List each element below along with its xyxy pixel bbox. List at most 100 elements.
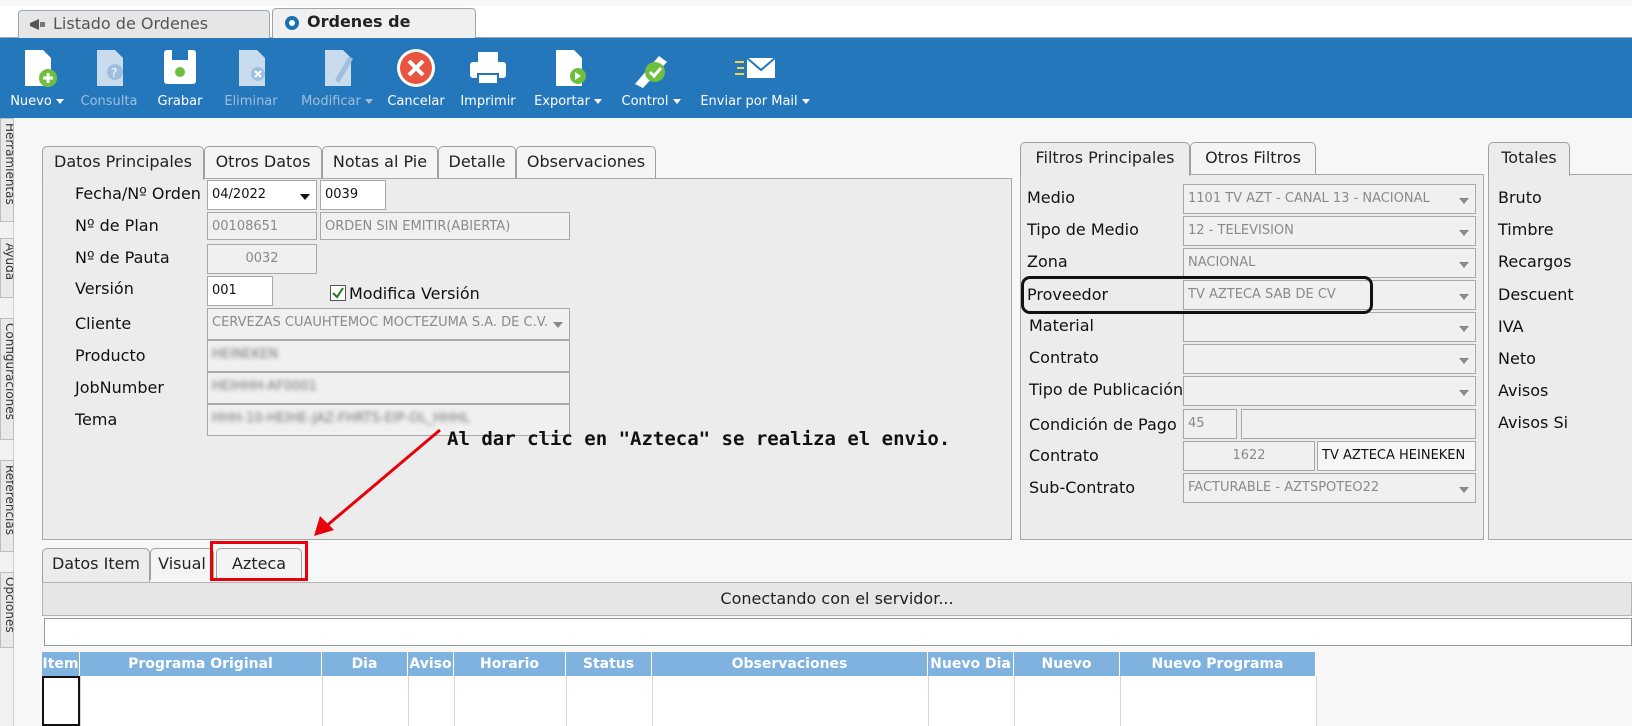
tab-observaciones[interactable]: Observaciones [516, 146, 656, 178]
tipo-publicacion-select[interactable] [1183, 376, 1476, 406]
side-panel-strip: Herramientas Ayuda Configuraciones Refer… [0, 118, 14, 726]
chevron-down-icon [1459, 294, 1469, 300]
enviar-mail-button[interactable]: Enviar por Mail [694, 38, 816, 118]
consulta-button[interactable]: ? Consulta [74, 38, 144, 118]
col-nuevo-dia[interactable]: Nuevo Dia [928, 652, 1014, 676]
col-horario[interactable]: Horario [454, 652, 566, 676]
avisos-label: Avisos [1498, 381, 1549, 400]
col-observaciones[interactable]: Observaciones [652, 652, 928, 676]
col-label: Horario [479, 656, 539, 672]
col-nuevo[interactable]: Nuevo [1014, 652, 1120, 676]
edit-document-icon [325, 50, 353, 86]
tipo-medio-value: 12 - TELEVISION [1188, 223, 1294, 238]
tab-detalle[interactable]: Detalle [438, 146, 516, 178]
col-nuevo-programa[interactable]: Nuevo Programa [1120, 652, 1316, 676]
mail-icon [735, 57, 776, 78]
jobnumber-field: HEIHHH-AF0001 [207, 372, 570, 404]
side-tab-configuraciones[interactable]: Configuraciones [0, 318, 14, 440]
imprimir-button[interactable]: Imprimir [454, 38, 522, 118]
tab-label: Otros Filtros [1205, 148, 1301, 167]
version-value: 001 [212, 283, 237, 298]
imprimir-label: Imprimir [460, 94, 516, 109]
export-icon [556, 50, 586, 86]
consulta-label: Consulta [80, 94, 138, 109]
avisos-si-label: Avisos Si [1498, 413, 1569, 432]
contrato-number-field: 1622 [1183, 441, 1315, 471]
chevron-down-icon [1459, 390, 1469, 396]
tab-ordenes-publicidad[interactable]: Ordenes de Publicidad [272, 8, 476, 57]
annotation-arrow-icon [314, 428, 441, 536]
contrato-select[interactable] [1183, 344, 1476, 374]
col-dia-original[interactable]: Dia Original [322, 652, 408, 696]
side-tab-herramientas[interactable]: Herramientas [0, 118, 14, 222]
document-tab-strip: Listado de Ordenes (Completo) Ordenes de… [0, 6, 1632, 59]
grid-current-cell[interactable] [42, 676, 80, 726]
condicion-pago-value: 45 [1188, 416, 1205, 431]
version-input[interactable]: 001 [207, 276, 273, 306]
svg-text:?: ? [111, 66, 117, 80]
tab-datos-item[interactable]: Datos Item [42, 548, 150, 582]
condicion-pago-field: 45 [1183, 409, 1237, 439]
descuentos-label: Descuent [1498, 285, 1574, 304]
modifica-version-checkbox[interactable] [330, 285, 346, 301]
tipo-publicacion-label: Tipo de Publicación [1029, 380, 1184, 399]
col-status[interactable]: Status [566, 652, 652, 676]
chevron-down-icon [1459, 326, 1469, 332]
nuevo-button[interactable]: Nuevo [4, 38, 70, 118]
plan-value: 00108651 [212, 219, 279, 234]
tab-visual[interactable]: Visual [150, 548, 214, 580]
tipo-medio-select[interactable]: 12 - TELEVISION [1183, 216, 1476, 246]
tab-notas-al-pie[interactable]: Notas al Pie [322, 146, 438, 178]
medio-label: Medio [1027, 188, 1076, 207]
col-label: Nuevo Programa [1151, 656, 1284, 672]
chevron-down-icon [364, 99, 373, 104]
control-label: Control [621, 94, 669, 109]
side-tab-label: Herramientas [3, 123, 14, 205]
tab-label: Otros Datos [215, 152, 311, 171]
side-tab-ayuda[interactable]: Ayuda [0, 238, 14, 298]
chevron-down-icon [672, 99, 681, 104]
contrato2-label: Contrato [1029, 446, 1099, 465]
grabar-button[interactable]: Grabar [150, 38, 210, 118]
tab-otros-filtros[interactable]: Otros Filtros [1190, 142, 1316, 174]
app-window: Listado de Ordenes (Completo) Ordenes de… [0, 0, 1632, 726]
zona-select[interactable]: NACIONAL [1183, 248, 1476, 278]
side-tab-referencias[interactable]: Referencias [0, 460, 14, 552]
col-label: Aviso [409, 656, 452, 672]
control-button[interactable]: Control [614, 38, 688, 118]
grid-body[interactable] [42, 676, 1317, 726]
cliente-select[interactable]: CERVEZAS CUAUHTEMOC MOCTEZUMA S.A. DE C.… [207, 308, 570, 340]
pauta-value: 0032 [245, 251, 279, 266]
eliminar-button[interactable]: Eliminar [218, 38, 284, 118]
fecha-select[interactable]: 04/2022 [207, 180, 317, 210]
col-label: Observaciones [731, 656, 848, 672]
tab-listado-ordenes[interactable]: Listado de Ordenes (Completo) [18, 10, 270, 59]
cliente-value: CERVEZAS CUAUHTEMOC MOCTEZUMA S.A. DE C.… [212, 315, 549, 330]
tab-filtros-principales[interactable]: Filtros Principales [1020, 142, 1190, 176]
chevron-down-icon [300, 194, 310, 200]
exportar-button[interactable]: Exportar [528, 38, 608, 118]
chevron-down-icon [1459, 358, 1469, 364]
grid-cell [455, 676, 567, 726]
col-aviso[interactable]: Aviso [408, 652, 454, 676]
tab-label: Datos Principales [54, 152, 192, 171]
fecha-value: 04/2022 [212, 187, 267, 202]
producto-label: Producto [75, 346, 146, 365]
subcontrato-select[interactable]: FACTURABLE - AZTSPOTEO22 [1183, 473, 1476, 503]
cliente-label: Cliente [75, 314, 132, 333]
grid-cell [567, 676, 653, 726]
tab-totales[interactable]: Totales [1488, 142, 1570, 176]
material-select[interactable] [1183, 312, 1476, 342]
enviar-mail-label: Enviar por Mail [700, 94, 798, 109]
timbre-label: Timbre [1498, 220, 1554, 239]
col-item[interactable]: Item [42, 652, 80, 676]
cancelar-button[interactable]: Cancelar [382, 38, 450, 118]
orden-number-input[interactable]: 0039 [320, 180, 386, 210]
tab-datos-principales[interactable]: Datos Principales [42, 146, 204, 180]
side-tab-opciones[interactable]: Opciones [0, 572, 14, 648]
col-programa-original[interactable]: Programa Original [80, 652, 322, 676]
medio-select[interactable]: 1101 TV AZT - CANAL 13 - NACIONAL [1183, 184, 1476, 214]
modificar-button[interactable]: Modificar [294, 38, 380, 118]
tab-otros-datos[interactable]: Otros Datos [204, 146, 322, 178]
chevron-down-icon [1459, 198, 1469, 204]
